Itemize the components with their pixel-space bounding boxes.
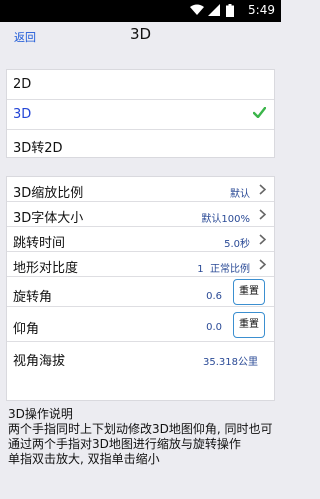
setting-value: 默认 <box>230 189 250 200</box>
setting-label: 旋转角 <box>13 290 53 305</box>
wifi-icon <box>190 4 204 15</box>
setting-value: 0.6 <box>206 291 222 302</box>
page-title: 3D <box>129 25 152 43</box>
chevron-right-icon <box>259 184 266 195</box>
setting-3d-font-size[interactable]: 3D字体大小 默认100% <box>7 202 274 227</box>
reset-elevation-button[interactable]: 重置 <box>233 312 265 338</box>
instructions-title: 3D操作说明 <box>8 407 73 421</box>
status-time: 5:49 <box>248 3 275 17</box>
setting-3d-scale[interactable]: 3D缩放比例 默认 <box>7 177 274 202</box>
settings-list: 3D缩放比例 默认 3D字体大小 默认100% 跳转时间 5.0秒 地形对比度 … <box>6 176 275 401</box>
setting-value: 1 正常比例 <box>197 264 250 275</box>
mode-option-3d[interactable]: 3D <box>7 100 274 130</box>
setting-label: 3D字体大小 <box>13 211 84 226</box>
setting-value: 5.0秒 <box>224 239 250 250</box>
mode-option-3d-to-2d[interactable]: 3D转2D <box>7 130 274 160</box>
title-bar: 返回 3D <box>0 22 281 48</box>
setting-label: 3D缩放比例 <box>13 186 84 201</box>
instructions-line: 两个手指同时上下划动修改3D地图仰角, 同时也可通过两个手指对3D地图进行缩放与… <box>8 422 273 451</box>
signal-icon <box>208 4 220 16</box>
mode-option-label: 3D <box>13 107 32 122</box>
setting-value: 默认100% <box>201 214 250 225</box>
setting-elevation-angle: 仰角 0.0 重置 <box>7 307 274 342</box>
setting-label: 仰角 <box>13 322 40 337</box>
chevron-right-icon <box>259 209 266 220</box>
status-bar: 5:49 <box>0 0 281 22</box>
mode-option-label: 3D转2D <box>13 141 63 156</box>
setting-value: 0.0 <box>206 322 222 333</box>
setting-view-altitude: 视角海拔 35.318公里 <box>7 342 274 372</box>
chevron-right-icon <box>259 259 266 270</box>
setting-value: 35.318公里 <box>203 357 258 368</box>
setting-label: 地形对比度 <box>13 261 79 276</box>
setting-terrain-contrast[interactable]: 地形对比度 1 正常比例 <box>7 252 274 277</box>
setting-label: 跳转时间 <box>13 236 66 251</box>
setting-rotation-angle: 旋转角 0.6 重置 <box>7 277 274 307</box>
instructions-line: 单指双击放大, 双指单击缩小 <box>8 452 160 466</box>
battery-icon <box>226 4 234 17</box>
reset-rotation-button[interactable]: 重置 <box>233 279 265 305</box>
mode-option-label: 2D <box>13 77 32 92</box>
setting-label: 视角海拔 <box>13 354 66 369</box>
mode-list: 2D 3D 3D转2D <box>6 69 275 158</box>
instructions-text: 3D操作说明 两个手指同时上下划动修改3D地图仰角, 同时也可通过两个手指对3D… <box>8 407 276 467</box>
checkmark-icon <box>253 107 266 118</box>
mode-option-2d[interactable]: 2D <box>7 70 274 100</box>
chevron-right-icon <box>259 234 266 245</box>
setting-jump-time[interactable]: 跳转时间 5.0秒 <box>7 227 274 252</box>
